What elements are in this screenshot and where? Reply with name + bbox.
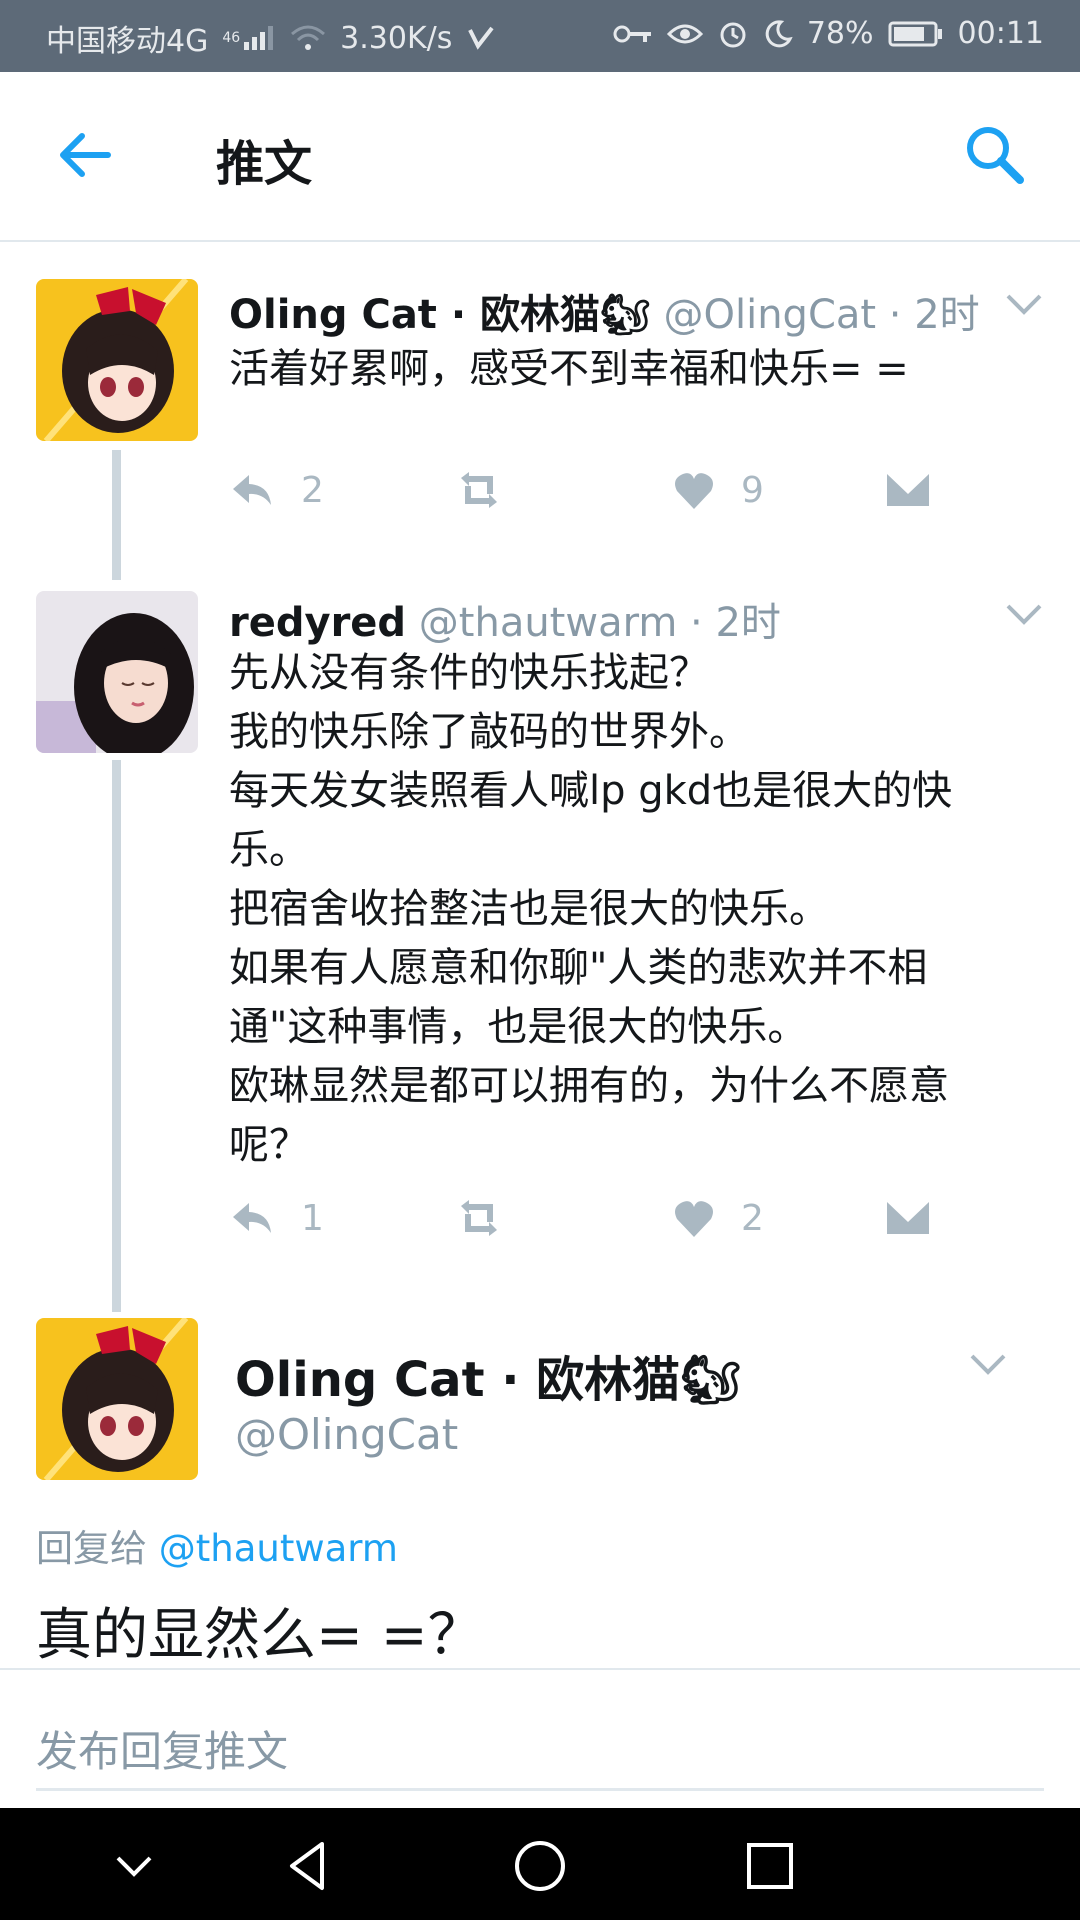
envelope-icon — [887, 474, 929, 506]
heart-icon — [675, 472, 713, 509]
handle[interactable]: @OlingCat — [663, 292, 876, 338]
reply-count: 2 — [301, 470, 324, 511]
tweet-text: 活着好累啊，感受不到幸福和快乐= = — [229, 346, 909, 392]
back-button[interactable] — [52, 122, 118, 188]
speed-label: 3.30K/s — [340, 20, 453, 56]
reply-to-link[interactable]: @thautwarm — [159, 1527, 398, 1570]
reply-prefix: 回复给 — [36, 1527, 147, 1570]
moon-icon — [763, 19, 793, 49]
tweet-actions: 2 9 — [229, 470, 989, 530]
heart-icon — [675, 1200, 713, 1237]
reply-input[interactable] — [36, 1714, 1044, 1791]
reply-icon — [233, 474, 271, 505]
chevron-down-icon[interactable] — [968, 1352, 1008, 1376]
network-badge: 46 — [222, 30, 241, 46]
wifi-icon — [290, 24, 326, 52]
check-icon — [466, 24, 496, 52]
retweet-button[interactable] — [451, 470, 507, 510]
reply-icon — [233, 1202, 271, 1233]
chevron-down-icon[interactable] — [1004, 602, 1044, 626]
reply-to-line: 回复给 @thautwarm — [36, 1518, 398, 1572]
tweet-text: 先从没有条件的快乐找起？ 我的快乐除了敲码的世界外。 每天发女装照看人喊lp g… — [229, 650, 953, 1168]
retweet-icon — [461, 472, 497, 508]
carrier-label: 中国移动4G — [46, 24, 209, 59]
key-icon — [613, 22, 653, 46]
chevron-down-icon[interactable] — [1004, 292, 1044, 316]
arrow-left-icon — [60, 133, 111, 177]
retweet-button[interactable] — [451, 1198, 507, 1238]
tweet-header: Oling Cat · 欧林猫🐿 @OlingCat · 2时 — [229, 292, 980, 338]
tweet-item[interactable]: redyred @thautwarm · 2时 先从没有条件的快乐找起？ 我的快… — [0, 580, 1080, 1300]
dm-button[interactable] — [885, 1198, 931, 1238]
envelope-icon — [887, 1202, 929, 1234]
display-name[interactable]: redyred — [229, 600, 406, 646]
reply-composer — [0, 1668, 1080, 1810]
reply-button[interactable]: 2 — [229, 470, 324, 511]
retweet-icon — [461, 1200, 497, 1236]
like-button[interactable]: 9 — [673, 470, 764, 511]
like-count: 2 — [741, 1198, 764, 1239]
handle[interactable]: @OlingCat — [235, 1410, 458, 1459]
page-title: 推文 — [216, 136, 313, 192]
clock: 00:11 — [957, 16, 1044, 51]
tweet-actions: 1 2 — [229, 1198, 989, 1258]
tweet-text: 真的显然么= =？ — [36, 1603, 484, 1668]
signal-icon: 46 — [222, 24, 276, 52]
home-circle-icon[interactable] — [510, 1836, 570, 1896]
display-name[interactable]: Oling Cat · 欧林猫🐿 — [235, 1340, 741, 1410]
tweet-item[interactable]: Oling Cat · 欧林猫🐿 @OlingCat · 2时 活着好累啊，感受… — [0, 240, 1080, 580]
app-header: 推文 — [0, 72, 1080, 242]
tweet-header: redyred @thautwarm · 2时 — [229, 600, 781, 646]
handle[interactable]: @thautwarm — [419, 600, 678, 646]
chevron-down-icon[interactable] — [104, 1836, 164, 1896]
search-icon — [967, 127, 1024, 184]
alarm-icon — [717, 18, 749, 50]
avatar[interactable] — [36, 1318, 198, 1480]
back-triangle-icon[interactable] — [278, 1836, 338, 1896]
reply-count: 1 — [301, 1198, 324, 1239]
like-count: 9 — [741, 470, 764, 511]
battery-percent: 78% — [806, 16, 874, 51]
dm-button[interactable] — [885, 470, 931, 510]
system-nav-bar — [0, 1808, 1080, 1920]
search-button[interactable] — [962, 122, 1028, 188]
display-name[interactable]: Oling Cat · 欧林猫🐿 — [229, 292, 651, 338]
eye-icon — [666, 20, 703, 48]
recents-square-icon[interactable] — [740, 1836, 800, 1896]
avatar[interactable] — [36, 279, 198, 441]
avatar[interactable] — [36, 591, 198, 753]
battery-icon — [888, 20, 944, 48]
reply-button[interactable]: 1 — [229, 1198, 324, 1239]
timestamp[interactable]: 2时 — [715, 600, 780, 646]
status-bar: 中国移动4G 46 3.30K/s 78% 00:11 — [0, 0, 1080, 72]
like-button[interactable]: 2 — [673, 1198, 764, 1239]
timestamp[interactable]: 2时 — [914, 292, 979, 338]
